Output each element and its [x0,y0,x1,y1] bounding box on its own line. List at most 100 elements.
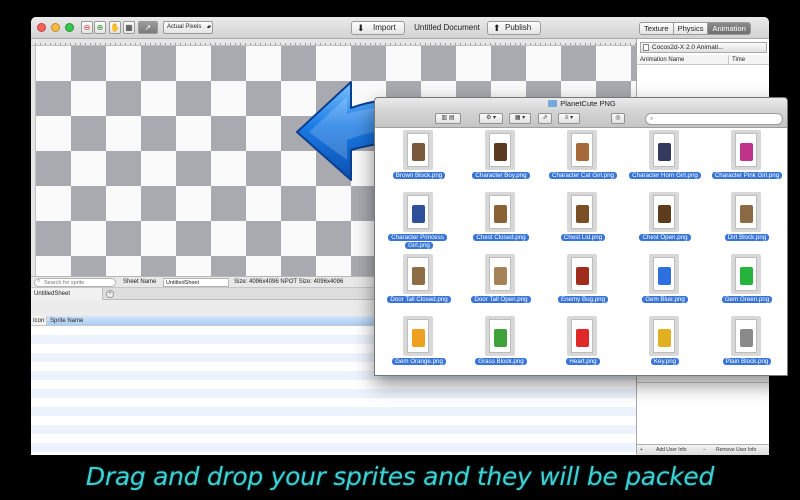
animation-format-select[interactable]: Cocos2d-X 2.0 Animati... [640,42,767,53]
fit-icon[interactable]: ▦ [123,21,135,34]
zoom-level-select[interactable]: Actual Pixels [163,21,213,34]
promo-caption: Drag and drop your sprites and they will… [85,462,715,491]
file-name-label: Chest Lid.png [543,234,623,242]
publish-label: Publish [505,23,532,32]
file-item[interactable]: Plain Block.png [707,316,787,375]
file-page [653,195,675,229]
file-thumbnail [567,192,597,232]
file-item[interactable]: Chest Closed.png [461,192,541,254]
select-tool-icon[interactable]: ➚ [138,21,158,34]
file-item[interactable]: Door Tall Closed.png [379,254,459,316]
file-item[interactable]: Character Princess Girl.png [379,192,459,254]
file-thumbnail [403,316,433,356]
grass-block-icon [494,329,507,347]
zoom-out-icon[interactable]: ⊖ [81,21,93,34]
file-name-label: Enemy Bug.png [543,296,623,304]
file-item[interactable]: Brown Block.png [379,130,459,192]
file-thumbnail [731,130,761,170]
gem-orange-icon [412,329,425,347]
sheet-name-input[interactable] [163,278,229,287]
column-header-animation-name[interactable]: Animation Name [637,55,729,64]
arrange-icon[interactable]: ▦ ▾ [509,113,531,124]
close-window-button[interactable] [37,23,46,32]
hand-tool-icon[interactable]: ✋ [109,21,121,34]
publish-button[interactable]: ⬆ Publish [487,21,541,35]
file-name-label: Character Princess Girl.png [379,234,459,250]
file-item[interactable]: Character Horn Girl.png [625,130,705,192]
remove-icon[interactable]: − [703,445,706,455]
tab-physics[interactable]: Physics [673,23,709,34]
file-item[interactable]: Character Pink Girl.png [707,130,787,192]
finder-search-field[interactable]: ⌕ [645,113,783,125]
file-page [735,257,757,291]
tab-untitled-sheet[interactable]: UntitledSheet [31,288,103,300]
user-info-footer: + Add User Info − Remove User Info [637,444,769,455]
file-name-label: Grass Block.png [461,358,541,366]
file-item[interactable]: Key.png [625,316,705,375]
file-page [571,319,593,353]
file-item[interactable]: Chest Open.png [625,192,705,254]
file-name: Brown Block.png [392,172,446,179]
file-page [489,133,511,167]
file-name: Plain Block.png [722,358,772,365]
import-arrow-icon: ⬇ [357,23,365,33]
add-icon[interactable]: + [640,445,643,455]
column-header-icon[interactable]: Icon [31,316,47,325]
file-thumbnail [403,130,433,170]
file-item[interactable]: Dirt Block.png [707,192,787,254]
finder-title-bar: PlanetCute PNG [375,98,787,110]
file-item[interactable]: Gem Orange.png [379,316,459,375]
file-name: Heart.png [566,358,600,365]
file-name-label: Character Pink Girl.png [707,172,787,180]
file-page [571,133,593,167]
add-sheet-icon[interactable]: + [106,290,114,298]
import-button[interactable]: ⬇ Import [351,21,405,35]
file-item[interactable]: Character Boy.png [461,130,541,192]
file-name: Gem Blue.png [642,296,688,303]
file-page [735,195,757,229]
sprite-search-input[interactable] [44,279,114,286]
publish-arrow-icon: ⬆ [493,23,501,33]
file-thumbnail [403,192,433,232]
file-name-label: Gem Blue.png [625,296,705,304]
column-header-time[interactable]: Time [729,55,769,64]
file-name: Grass Block.png [475,358,527,365]
file-page [653,133,675,167]
tag-icon[interactable]: ◎ [611,113,625,124]
file-item[interactable]: Chest Lid.png [543,192,623,254]
file-item[interactable]: Enemy Bug.png [543,254,623,316]
file-page [489,257,511,291]
file-thumbnail [649,130,679,170]
file-item[interactable]: Heart.png [543,316,623,375]
share-icon[interactable]: ⇗ [538,113,552,124]
import-label: Import [373,23,396,32]
add-user-info-button[interactable]: Add User Info [656,445,687,455]
file-name: Character Boy.png [472,172,530,179]
enemy-bug-icon [576,267,589,285]
user-info-area[interactable] [637,382,769,444]
tab-texture[interactable]: Texture [640,23,674,34]
file-thumbnail [485,130,515,170]
file-thumbnail [567,130,597,170]
minimize-window-button[interactable] [51,23,60,32]
file-page [735,133,757,167]
file-item[interactable]: Character Cat Girl.png [543,130,623,192]
file-item[interactable]: Gem Green.png [707,254,787,316]
sprite-search-field[interactable]: ⌕ [34,278,116,287]
file-item[interactable]: Grass Block.png [461,316,541,375]
view-mode-icon[interactable]: ▥ ▤ [435,113,461,124]
file-name-label: Door Tall Closed.png [379,296,459,304]
file-name: Character Princess Girl.png [388,234,447,249]
brown-block-icon [412,143,425,161]
document-icon [643,44,649,51]
plain-block-icon [740,329,753,347]
zoom-in-icon[interactable]: ⊕ [94,21,106,34]
remove-user-info-button[interactable]: Remove User Info [716,445,756,455]
list-options-icon[interactable]: ≡ ▾ [558,113,580,124]
file-item[interactable]: Door Tall Open.png [461,254,541,316]
chest-closed-icon [494,205,507,223]
tab-animation[interactable]: Animation [708,23,750,34]
action-gear-icon[interactable]: ⚙ ▾ [479,113,503,124]
zoom-window-button[interactable] [65,23,74,32]
file-item[interactable]: Gem Blue.png [625,254,705,316]
